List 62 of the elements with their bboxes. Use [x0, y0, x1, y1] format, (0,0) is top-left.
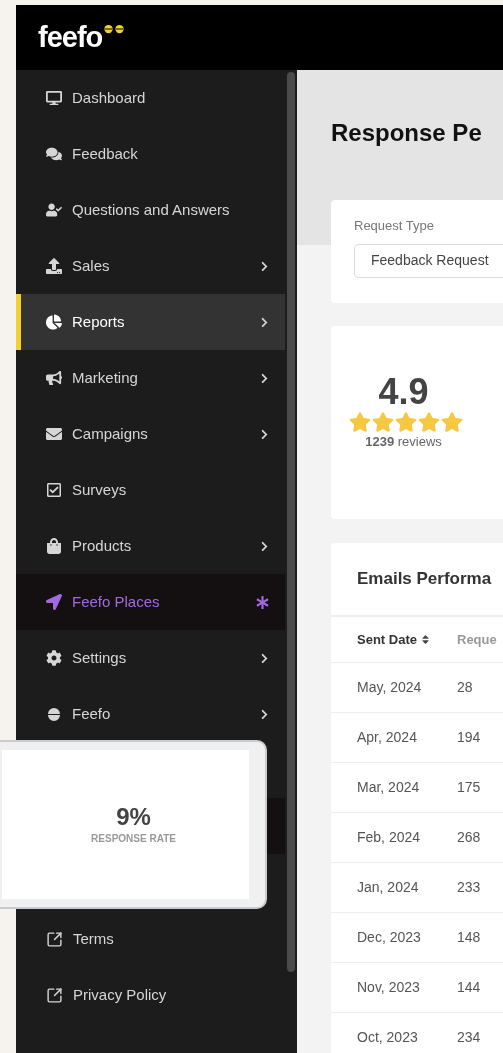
external-link-icon	[46, 930, 63, 948]
pie-chart-icon	[46, 314, 62, 330]
column-header[interactable]: Sent Date	[331, 629, 457, 650]
upload-icon	[46, 258, 62, 274]
sidebar-item[interactable]: Reports	[16, 294, 285, 350]
scrollbar-thumb[interactable]	[287, 72, 295, 972]
table-cell-text: Nov, 2023	[356, 978, 421, 997]
table-cell-text: 268	[457, 828, 481, 847]
star-icon	[417, 412, 440, 432]
table-cell-text: 144	[457, 978, 481, 997]
envelope-icon	[46, 426, 62, 442]
response-rate-label: RESPONSE RATE	[91, 832, 176, 846]
sidebar-item[interactable]: Sales	[16, 238, 285, 294]
logo[interactable]: feefo	[38, 23, 126, 52]
table-cell-text: Dec, 2023	[356, 928, 422, 947]
table-cell-text: Apr, 2024	[356, 728, 418, 747]
request-type-select[interactable]: Feedback Request	[354, 243, 503, 278]
rating-score: 4.9	[378, 372, 429, 412]
megaphone-icon	[46, 370, 62, 386]
sidebar-item[interactable]: Dashboard	[16, 70, 285, 126]
table-cell-text: 175	[457, 778, 481, 797]
table-cell-text: May, 2024	[356, 678, 423, 697]
review-count: 1239 reviews	[365, 433, 442, 451]
settings-icon	[46, 650, 62, 666]
star-icon	[440, 412, 463, 432]
table-cell-text: 233	[457, 878, 481, 897]
table-cell-text: Oct, 2023	[356, 1028, 419, 1047]
table-title: Emails Performa	[357, 568, 492, 591]
monitor-icon	[46, 90, 62, 106]
sidebar-item[interactable]: Feedback	[16, 126, 285, 182]
table-cell-text: 194	[457, 728, 481, 747]
footer-link[interactable]: Terms	[16, 911, 285, 967]
table-cell-text: 28	[457, 678, 473, 697]
sidebar-item[interactable]: Products	[16, 518, 285, 574]
checkbox-icon	[46, 482, 62, 498]
chat-bubbles-icon	[46, 146, 62, 162]
page-title: Response Pe	[331, 118, 483, 148]
eyes-icon	[103, 24, 126, 34]
sidebar-item[interactable]: Feefo	[16, 686, 285, 742]
sort-icon	[420, 634, 430, 645]
location-arrow-icon	[46, 594, 62, 610]
sidebar-item[interactable]: Campaigns	[16, 406, 285, 462]
shopping-bag-icon	[46, 538, 62, 554]
table-cell-text: Jan, 2024	[356, 878, 420, 897]
star-icon	[348, 412, 371, 432]
response-rate-value: 9%	[116, 803, 151, 831]
user-check-icon	[46, 202, 62, 218]
star-icon	[394, 412, 417, 432]
table-cell-text: 234	[457, 1028, 481, 1047]
sidebar-item[interactable]: Questions and Answers	[16, 182, 285, 238]
sidebar-item[interactable]: Feefo Places	[16, 574, 285, 630]
sidebar-item[interactable]: Surveys	[16, 462, 285, 518]
field-label: Request Type	[354, 217, 435, 235]
sidebar-item[interactable]: Settings	[16, 630, 285, 686]
table-cell-text: Mar, 2024	[356, 778, 421, 797]
sidebar-item[interactable]: Marketing	[16, 350, 285, 406]
table-cell-text: 148	[457, 928, 481, 947]
table-cell-text: Feb, 2024	[356, 828, 422, 847]
asterisk-icon	[256, 595, 269, 609]
external-link-icon	[46, 986, 63, 1004]
footer-link[interactable]: Privacy Policy	[16, 967, 285, 1023]
star-icon	[371, 412, 394, 432]
